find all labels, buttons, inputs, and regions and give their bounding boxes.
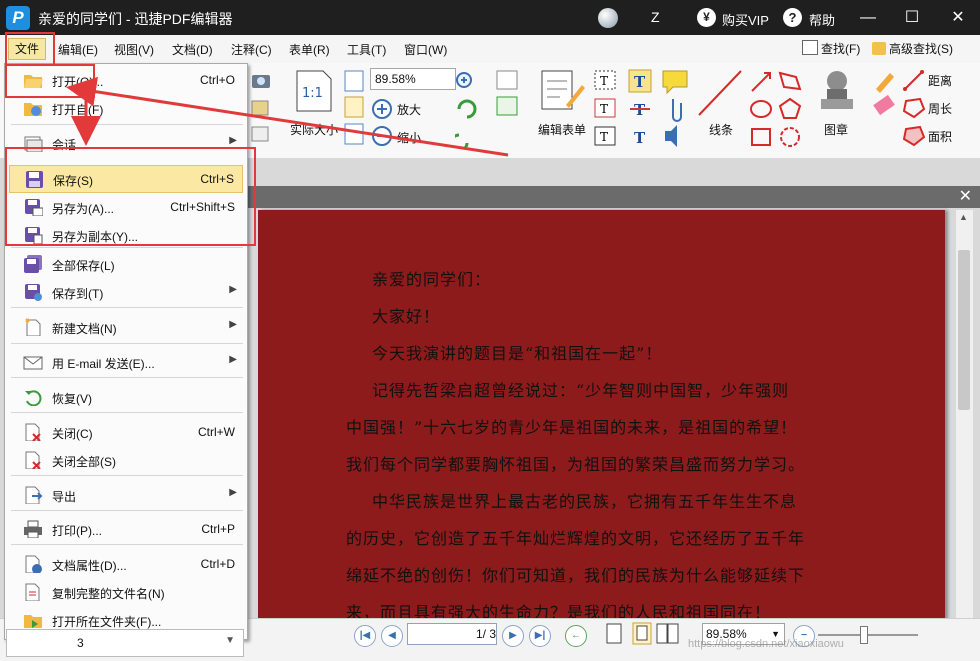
annotation-arrows xyxy=(66,76,509,157)
annotation-arrow-1 xyxy=(66,76,509,157)
